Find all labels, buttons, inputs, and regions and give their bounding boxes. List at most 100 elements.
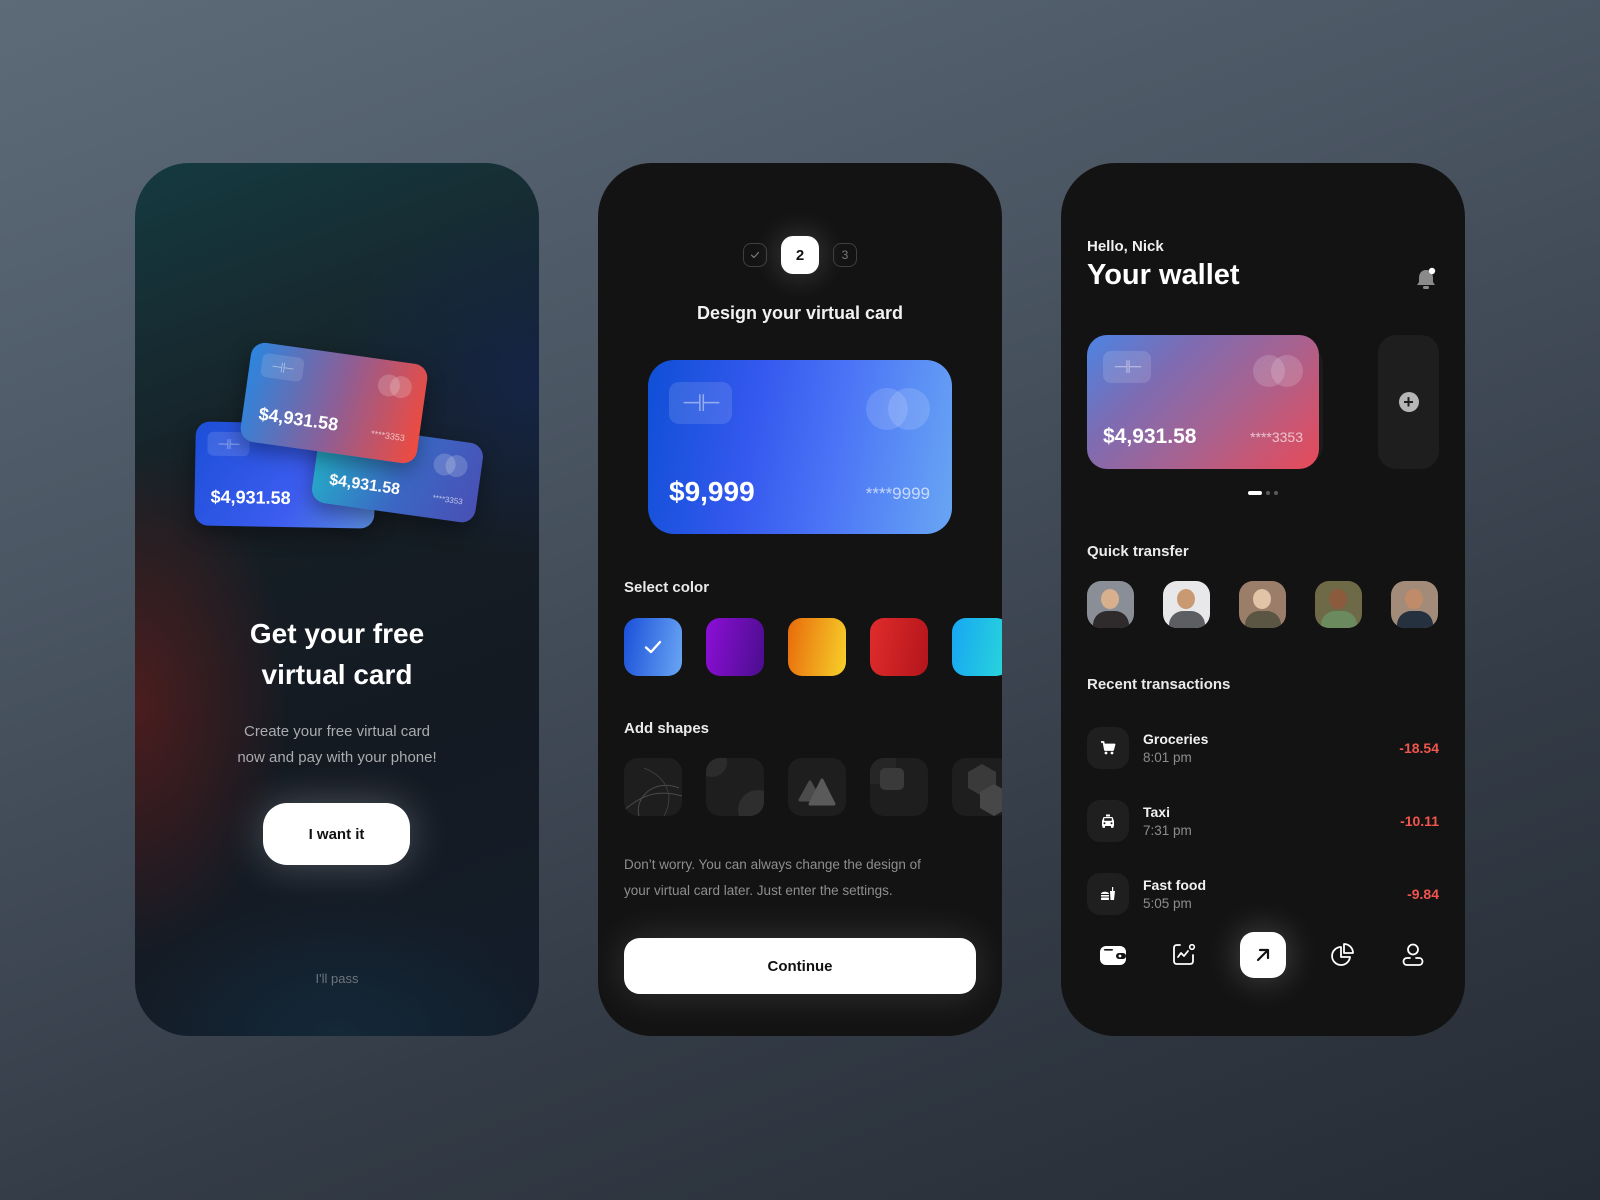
lines-shape-icon [624,767,682,816]
card-balance: $4,931.58 [1103,425,1197,448]
carousel-dot-2[interactable] [1266,491,1270,495]
card-network-logo-icon [1253,355,1303,387]
transaction-time: 7:31 pm [1143,822,1192,838]
card-amount: $4,931.58 [210,486,291,509]
transaction-name: Taxi [1143,803,1170,820]
avatar-contact-2[interactable] [1163,581,1210,628]
title-line-2: virtual card [261,659,413,690]
color-swatches [624,618,1002,676]
tab-analytics[interactable] [1170,941,1198,969]
transaction-time: 5:05 pm [1143,895,1192,911]
check-icon [750,251,760,259]
quick-transfer-label: Quick transfer [1087,543,1189,560]
shape-option-triangles[interactable] [788,758,846,816]
chip-icon: ⊣⊢ [669,382,732,424]
circles-shape-icon [706,758,764,816]
avatar-contact-4[interactable] [1315,581,1362,628]
bell-icon[interactable] [1415,267,1437,291]
recent-transactions-label: Recent transactions [1087,676,1231,693]
stepper: 2 3 [598,236,1002,274]
cart-icon [1087,726,1129,769]
card-number: ****3353 [1250,429,1303,445]
transaction-amount: -18.54 [1399,739,1439,756]
card-amount: $4,931.58 [328,471,402,499]
note-line-1: Don’t worry. You can always change the d… [624,857,921,872]
shape-option-squares[interactable] [870,758,928,816]
continue-button[interactable]: Continue [624,938,976,994]
card-number: ****9999 [865,484,930,503]
transaction-amount: -9.84 [1407,885,1439,902]
tab-wallet[interactable] [1099,941,1127,969]
add-shapes-label: Add shapes [624,720,710,737]
send-arrow-icon [1256,948,1270,962]
avatar-contact-5[interactable] [1391,581,1438,628]
wallet-card[interactable]: ⊣⊢ $4,931.58 ****3353 [1087,335,1319,469]
color-swatch-blue[interactable] [624,618,682,676]
tab-statistics[interactable] [1329,941,1357,969]
add-card-button[interactable]: + [1378,335,1439,469]
ill-pass-link[interactable]: I'll pass [135,971,539,986]
profile-icon [1402,943,1424,966]
subtitle-line-1: Create your free virtual card [244,723,430,740]
tab-profile[interactable] [1399,941,1427,969]
fast-food-icon [1087,872,1129,915]
card-network-logo-icon [376,373,414,400]
step-1-done[interactable] [743,243,767,267]
i-want-it-button[interactable]: I want it [263,803,410,865]
color-swatch-cyan[interactable] [952,618,1002,676]
card-preview: ⊣⊢ $9,999 ****9999 [648,360,952,534]
card-network-logo-icon [432,452,469,479]
design-note: Don’t worry. You can always change the d… [624,852,964,904]
card-number: ****3353 [370,428,406,444]
shape-option-circles[interactable] [706,758,764,816]
check-icon [644,640,662,654]
taxi-icon [1087,799,1129,842]
note-line-2: your virtual card later. Just enter the … [624,883,893,898]
onboarding-screen: ⊣⊢ $4,931.58 $4,931.58 ****3353 ⊣⊢ $4,93… [135,163,539,1036]
shape-option-hexagons[interactable] [952,758,1002,816]
carousel-dot-3[interactable] [1274,491,1278,495]
transaction-row[interactable]: Taxi 7:31 pm -10.11 [1087,784,1439,857]
card-number: ****3353 [432,493,464,507]
transaction-amount: -10.11 [1400,812,1439,829]
color-swatch-orange[interactable] [788,618,846,676]
subtitle-line-2: now and pay with your phone! [237,749,437,766]
transaction-row[interactable]: Fast food 5:05 pm -9.84 [1087,857,1439,930]
onboarding-title: Get your free virtual card [135,613,539,695]
avatar-contact-1[interactable] [1087,581,1134,628]
design-card-screen: 2 3 Design your virtual card ⊣⊢ $9,999 *… [598,163,1002,1036]
wallet-icon [1100,946,1126,965]
chip-icon: ⊣⊢ [1103,351,1151,383]
tab-send[interactable] [1240,932,1286,978]
onboarding-subtitle: Create your free virtual card now and pa… [135,719,539,771]
card-amount: $4,931.58 [257,403,340,435]
step-3[interactable]: 3 [833,243,857,267]
transactions-list: Groceries 8:01 pm -18.54 Taxi 7:31 pm -1… [1087,711,1439,930]
hexagons-shape-icon [968,764,1002,816]
design-title: Design your virtual card [696,303,904,323]
card-amount: $9,999 [669,476,755,507]
shape-options [624,758,1002,816]
color-swatch-red[interactable] [870,618,928,676]
carousel-indicator [1248,491,1278,495]
page-title: Your wallet [1087,259,1240,291]
carousel-dot-1[interactable] [1248,491,1262,495]
transaction-name: Groceries [1143,730,1209,747]
cards-illustration: ⊣⊢ $4,931.58 $4,931.58 ****3353 ⊣⊢ $4,93… [194,341,485,543]
shape-option-lines[interactable] [624,758,682,816]
bottom-tab-bar [1087,931,1439,979]
step-2-active[interactable]: 2 [781,236,819,274]
card-network-logo-icon [866,388,930,430]
title-line-1: Get your free [249,618,425,649]
transaction-name: Fast food [1143,876,1206,893]
pie-chart-icon [1330,943,1354,966]
color-swatch-purple[interactable] [706,618,764,676]
squares-shape-icon [870,758,904,790]
wallet-screen: Hello, Nick Your wallet ⊣⊢ $4,931.58 ***… [1061,163,1465,1036]
triangles-shape-icon [798,778,836,806]
transaction-row[interactable]: Groceries 8:01 pm -18.54 [1087,711,1439,784]
analytics-icon [1172,943,1195,965]
quick-transfer-contacts [1087,581,1438,628]
avatar-contact-3[interactable] [1239,581,1286,628]
plus-circle-icon: + [1398,392,1419,412]
